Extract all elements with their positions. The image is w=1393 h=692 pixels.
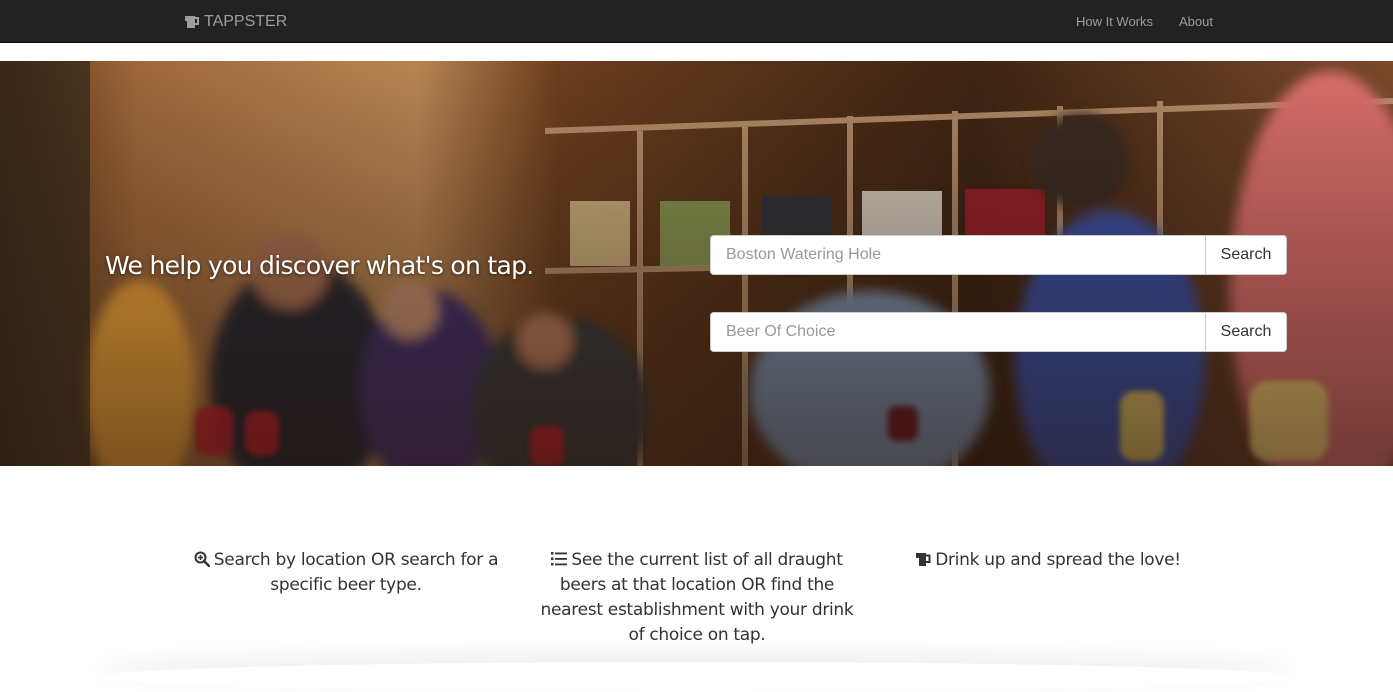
beer-search-group: Search [710, 312, 1287, 352]
hero-title: We help you discover what's on tap. [105, 251, 534, 280]
beer-icon [915, 550, 931, 566]
beer-search-input[interactable] [710, 312, 1205, 352]
feature-drink: Drink up and spread the love! [880, 548, 1216, 573]
brand-link[interactable]: TAPPSTER [184, 0, 287, 43]
location-search-button[interactable]: Search [1205, 235, 1287, 275]
feature-list-text: See the current list of all draught beer… [540, 550, 854, 645]
feature-drink-text: Drink up and spread the love! [935, 550, 1181, 570]
features-section: Search by location OR search for a speci… [0, 466, 1393, 685]
feature-search: Search by location OR search for a speci… [180, 548, 512, 598]
nav-links: How It Works About [1050, 0, 1213, 43]
list-icon [551, 550, 568, 566]
hero-section: We help you discover what's on tap. Sear… [0, 61, 1393, 466]
feature-search-text: Search by location OR search for a speci… [213, 550, 499, 595]
nav-link-about[interactable]: About [1179, 14, 1213, 29]
navbar: TAPPSTER How It Works About [0, 0, 1393, 43]
beer-mug-icon [184, 15, 200, 29]
location-search-group: Search [710, 235, 1287, 275]
brand-name: TAPPSTER [204, 12, 288, 30]
location-search-input[interactable] [710, 235, 1205, 275]
nav-link-how-it-works[interactable]: How It Works [1076, 14, 1153, 29]
beer-search-button[interactable]: Search [1205, 312, 1287, 352]
search-plus-icon [194, 550, 211, 568]
feature-list: See the current list of all draught beer… [533, 548, 861, 648]
